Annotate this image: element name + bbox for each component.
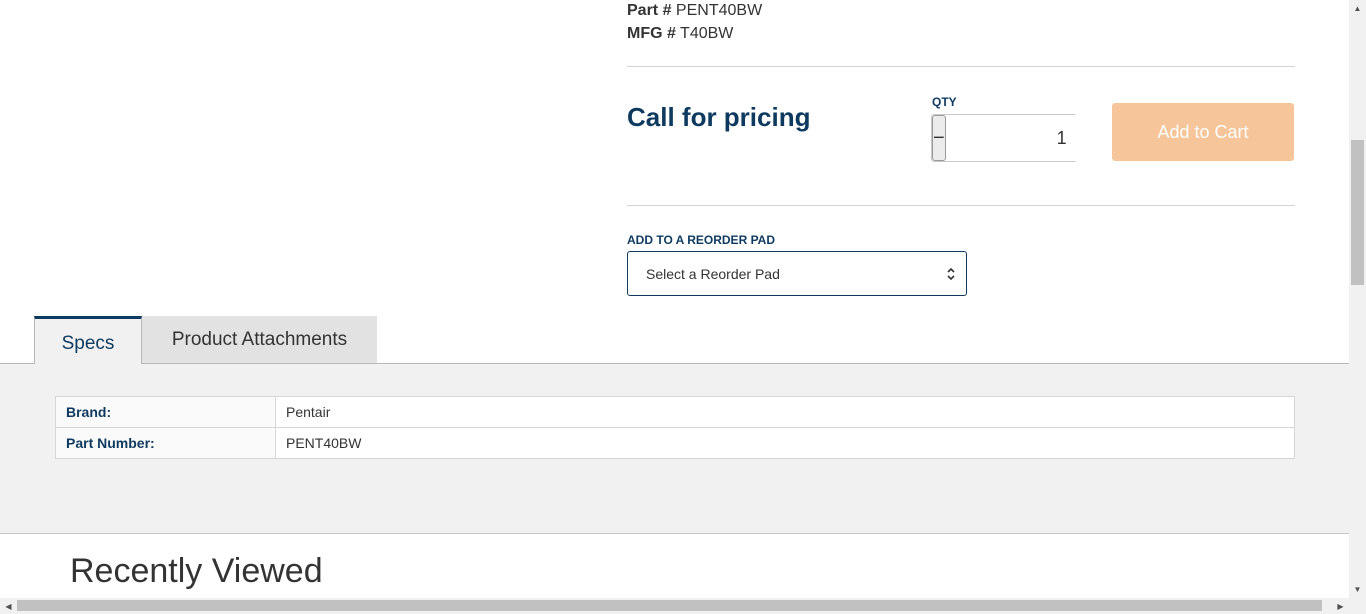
scrollbar-thumb[interactable] [1351, 140, 1364, 285]
part-number-value: PENT40BW [675, 2, 763, 19]
vertical-scrollbar[interactable]: ▲ ▼ [1349, 0, 1366, 598]
select-arrows-icon [947, 267, 955, 281]
mfg-number-value: T40BW [680, 25, 734, 42]
spec-key: Part Number: [55, 427, 276, 459]
spec-value: Pentair [275, 396, 1295, 428]
specs-panel: Brand: Pentair Part Number: PENT40BW [0, 364, 1349, 534]
scroll-left-icon[interactable]: ◀ [0, 598, 17, 614]
spec-value: PENT40BW [275, 427, 1295, 459]
qty-label: QTY [932, 95, 957, 109]
specs-table: Brand: Pentair Part Number: PENT40BW [55, 396, 1295, 459]
scroll-down-icon[interactable]: ▼ [1349, 581, 1366, 598]
tab-product-attachments[interactable]: Product Attachments [142, 316, 377, 363]
divider [627, 66, 1295, 67]
add-to-cart-button[interactable]: Add to Cart [1112, 103, 1294, 161]
quantity-stepper: − + [931, 114, 1192, 162]
price-text: Call for pricing [627, 102, 811, 132]
divider [627, 205, 1295, 206]
spec-key: Brand: [55, 396, 276, 428]
scroll-up-icon[interactable]: ▲ [1349, 0, 1366, 17]
horizontal-scrollbar[interactable]: ◀ ▶ [0, 598, 1366, 614]
mfg-number-label: MFG # [627, 25, 676, 42]
part-number-label: Part # [627, 2, 672, 19]
part-number-row: Part # PENT40BW [627, 1, 762, 21]
tab-specs[interactable]: Specs [34, 316, 142, 365]
mfg-number-row: MFG # T40BW [627, 24, 733, 44]
qty-decrement-button[interactable]: − [932, 115, 946, 161]
page: Part # PENT40BW MFG # T40BW Call for pri… [0, 0, 1349, 598]
reorder-pad-label: ADD TO A REORDER PAD [627, 233, 776, 247]
reorder-pad-select[interactable]: Select a Reorder Pad [627, 251, 967, 296]
recently-viewed-heading: Recently Viewed [70, 552, 323, 590]
table-row: Part Number: PENT40BW [55, 427, 1295, 459]
reorder-pad-selected: Select a Reorder Pad [646, 265, 780, 282]
scrollbar-thumb[interactable] [17, 600, 1322, 611]
table-row: Brand: Pentair [55, 396, 1295, 428]
scroll-right-icon[interactable]: ▶ [1332, 598, 1349, 614]
tabs-bar: Specs Product Attachments [0, 316, 1349, 365]
